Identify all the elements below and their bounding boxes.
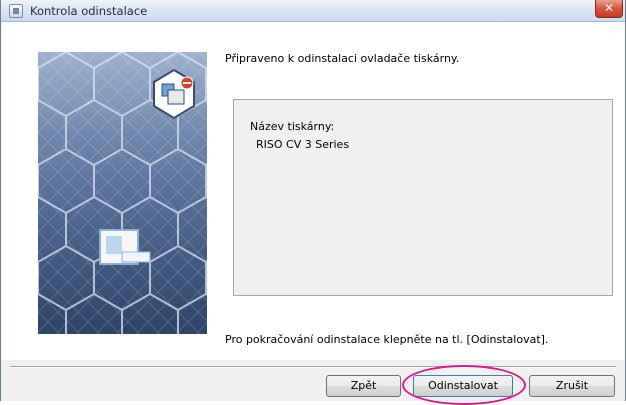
close-button[interactable]: ✕: [595, 0, 623, 18]
printer-name-value: RISO CV 3 Series: [256, 138, 350, 151]
printer-info-box: Název tiskárny: RISO CV 3 Series: [233, 99, 613, 296]
back-button[interactable]: Zpět: [326, 375, 401, 397]
footer-separator: [10, 366, 616, 368]
cancel-button[interactable]: Zrušit: [529, 375, 615, 397]
title-bar[interactable]: Kontrola odinstalace ✕: [1, 0, 625, 22]
printer-name-label: Název tiskárny:: [250, 120, 335, 133]
intro-text: Připraveno k odinstalaci ovladače tiskár…: [225, 52, 460, 65]
uninstall-button[interactable]: Odinstalovat: [413, 375, 513, 397]
side-illustration: [38, 52, 207, 334]
uninstall-dialog: Kontrola odinstalace ✕ Připraveno k odin…: [0, 0, 626, 405]
instruction-text: Pro pokračování odinstalace klepněte na …: [225, 333, 549, 346]
dialog-content: Připraveno k odinstalaci ovladače tiskár…: [1, 22, 625, 360]
hexagon-printer-illustration: [38, 52, 207, 334]
window-title: Kontrola odinstalace: [30, 4, 148, 18]
installer-icon: [9, 4, 23, 18]
